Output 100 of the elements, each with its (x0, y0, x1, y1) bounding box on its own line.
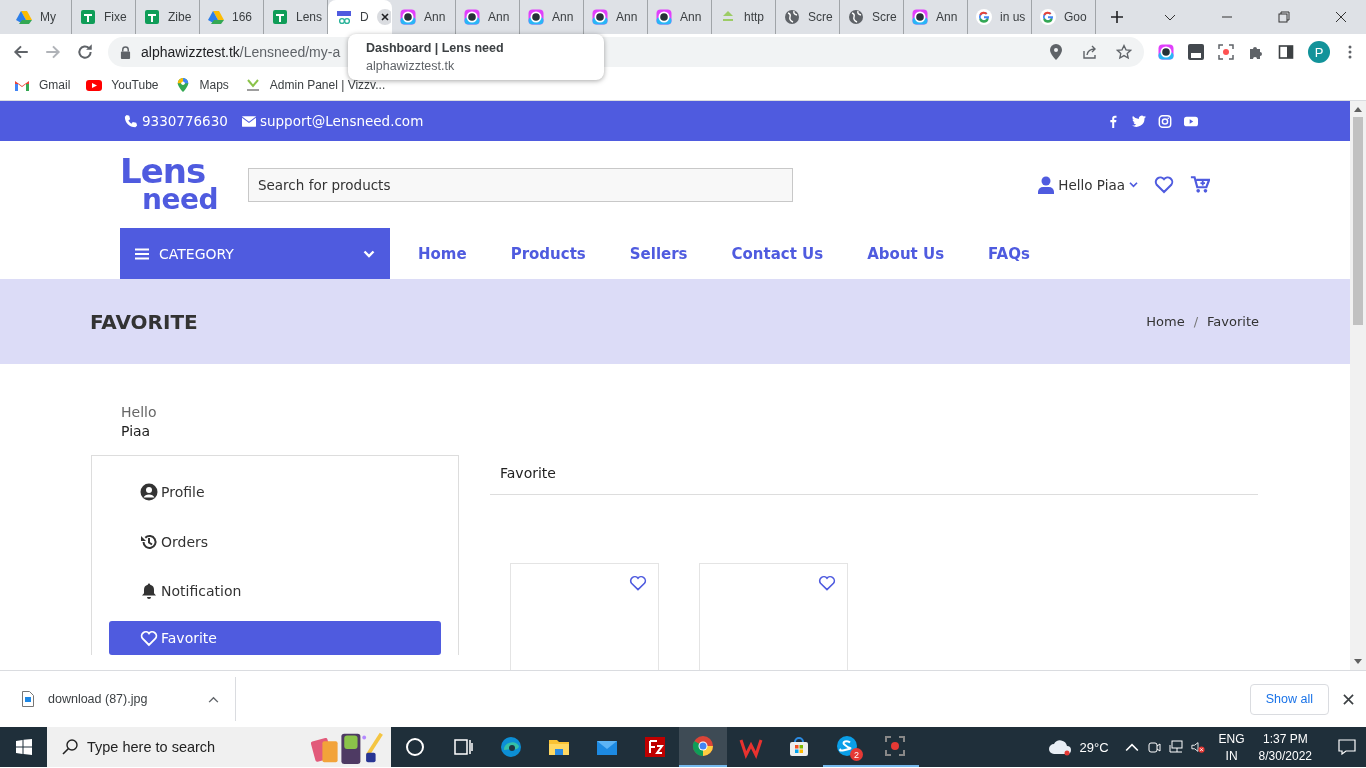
puzzle-icon[interactable] (1248, 44, 1264, 60)
spreadsheet-icon (272, 9, 288, 25)
drive-icon (208, 9, 224, 25)
email-address[interactable]: support@Lensneed.com (259, 113, 424, 129)
taskbar-search-field[interactable]: Type here to search (47, 727, 391, 767)
play-icon (86, 78, 103, 92)
close-icon[interactable] (1343, 693, 1354, 705)
tooltip-title: Dashboard | Lens need (366, 41, 505, 55)
cart-icon[interactable] (1190, 175, 1210, 194)
selenium-icon[interactable] (1188, 44, 1204, 60)
heart-icon (140, 629, 158, 647)
camera-lens-icon (400, 9, 416, 25)
nav-link[interactable]: About Us (867, 244, 945, 263)
user-name: Piaa (121, 423, 152, 439)
phone-icon (124, 114, 138, 128)
heart-icon[interactable] (818, 575, 836, 591)
nav-link[interactable]: FAQs (988, 244, 1030, 263)
nav-link[interactable]: Home (418, 244, 467, 263)
share-icon[interactable] (1082, 44, 1098, 60)
show-all-button[interactable]: Show all (1249, 683, 1329, 715)
taskbar-app[interactable] (679, 727, 727, 767)
scrollbar[interactable] (1350, 101, 1366, 670)
chevron-down-icon (1129, 181, 1138, 188)
bookmark[interactable]: Gmail (14, 78, 71, 92)
camera-lens-icon (1158, 44, 1174, 60)
nav-link[interactable]: Products (510, 244, 586, 263)
account-menu[interactable]: Hello Piaa (1038, 175, 1138, 194)
star-icon[interactable] (1116, 44, 1132, 60)
search-field[interactable]: Search for products (247, 167, 793, 202)
google-icon (1040, 9, 1056, 25)
browser-tab[interactable]: D (328, 0, 392, 34)
breadcrumb-item[interactable]: Home (1146, 314, 1185, 329)
camera-lens-icon (656, 9, 672, 25)
image-file-icon (22, 691, 34, 707)
spreadsheet-icon (80, 9, 96, 25)
chevron-up-icon[interactable] (208, 695, 219, 703)
envelope-icon (241, 115, 256, 127)
camera-icon[interactable] (1146, 740, 1161, 754)
sidebar-item[interactable]: Notification (109, 571, 441, 611)
cloud-icon[interactable] (1047, 738, 1072, 756)
camera-lens-icon (912, 9, 928, 25)
location-pin-icon[interactable] (1048, 44, 1064, 60)
globe-icon (784, 9, 800, 25)
heart-icon[interactable] (629, 575, 647, 591)
side-panel-icon[interactable] (1278, 44, 1294, 60)
breadcrumb-item: Favorite (1207, 314, 1259, 329)
drive-icon (16, 9, 32, 25)
lens-logo-icon (336, 9, 352, 25)
chevron-down-icon (363, 249, 375, 258)
profile-avatar[interactable]: P (1308, 41, 1330, 63)
nav-link[interactable]: Contact Us (731, 244, 824, 263)
user-circle-icon (140, 482, 158, 501)
spreadsheet-icon (144, 9, 160, 25)
instagram-icon[interactable] (1158, 114, 1172, 128)
camera-lens-icon (464, 9, 480, 25)
sidebar-item[interactable]: Profile (109, 472, 441, 512)
store-bag-icon (787, 735, 811, 759)
new-tab-icon[interactable] (1110, 10, 1124, 24)
bookmark[interactable]: Maps (174, 78, 229, 92)
screen-capture-icon[interactable] (1218, 44, 1234, 60)
taskbar-app[interactable]: 2 (823, 727, 871, 767)
bookmark[interactable]: YouTube (86, 78, 159, 92)
lock-icon (120, 45, 131, 59)
section-title: Favorite (490, 455, 1258, 495)
scroll-up-icon[interactable] (1354, 106, 1362, 112)
google-icon (976, 9, 992, 25)
scroll-down-icon[interactable] (1354, 659, 1362, 665)
twitter-icon[interactable] (1132, 114, 1146, 128)
history-icon (140, 532, 158, 551)
reload-icon[interactable] (76, 43, 94, 61)
clock[interactable]: 1:37 PM 8/30/2022 (1258, 731, 1312, 763)
scroll-thumb[interactable] (1353, 117, 1363, 325)
back-icon[interactable] (12, 43, 30, 61)
phone-number[interactable]: 9330776630 (142, 113, 228, 129)
user-icon (1038, 175, 1055, 194)
filezilla-icon (643, 735, 667, 759)
camera-lens-icon (528, 9, 544, 25)
category-button[interactable]: CATEGORY (120, 228, 390, 279)
globe-icon (848, 9, 864, 25)
breadcrumb-separator: / (1193, 314, 1199, 329)
nav-link[interactable]: Sellers (629, 244, 688, 263)
circle-icon (403, 735, 427, 759)
youtube-icon[interactable] (1184, 114, 1198, 128)
speaker-muted-icon[interactable] (1190, 740, 1205, 754)
menu-icon (135, 247, 149, 260)
notification-icon[interactable] (1338, 739, 1356, 755)
site-logo-icon (244, 78, 261, 92)
bookmark[interactable]: Admin Panel | Vizzv... (244, 78, 386, 92)
heart-icon[interactable] (1154, 175, 1174, 194)
sidebar-item[interactable]: Favorite (109, 621, 441, 655)
temperature[interactable]: 29°C (1079, 739, 1109, 755)
download-item[interactable]: download (87).jpg (0, 677, 236, 721)
notification-badge: 2 (850, 748, 863, 761)
sidebar-item[interactable]: Orders (109, 521, 441, 562)
bell-icon (140, 582, 158, 601)
site-logo[interactable]: Lens need (120, 155, 218, 214)
close-icon[interactable] (376, 9, 391, 25)
network-icon[interactable] (1168, 740, 1183, 754)
language-indicator[interactable]: ENG IN (1218, 731, 1245, 763)
mail-icon (14, 78, 30, 92)
